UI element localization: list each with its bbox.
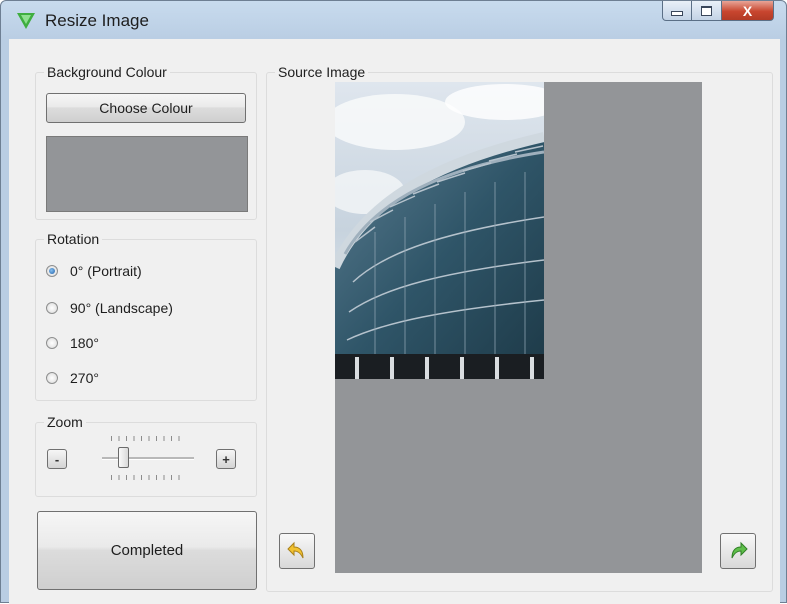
maximize-icon (701, 5, 712, 16)
rotate-left-arrow-icon (287, 541, 304, 559)
rotation-option-90[interactable]: 90° (Landscape) (46, 300, 173, 316)
window-controls: X (662, 1, 774, 21)
zoom-in-button[interactable]: + (216, 449, 236, 469)
rotation-group: Rotation 0° (Portrait) 90° (Landscape) 1… (35, 231, 257, 401)
zoom-ticks-top (111, 436, 186, 441)
completed-button[interactable]: Completed (37, 511, 257, 590)
maximize-button[interactable] (692, 1, 722, 21)
background-colour-label: Background Colour (44, 64, 170, 80)
choose-colour-button[interactable]: Choose Colour (46, 93, 246, 123)
stadium-arch-photo (335, 82, 544, 379)
zoom-slider-thumb[interactable] (118, 447, 130, 468)
rotation-option-180[interactable]: 180° (46, 335, 99, 351)
radio-icon (46, 372, 58, 384)
close-icon: X (742, 2, 753, 19)
rotation-option-label: 0° (Portrait) (70, 263, 142, 279)
rotation-option-label: 180° (70, 335, 99, 351)
window-title: Resize Image (45, 11, 149, 30)
close-button[interactable]: X (722, 1, 774, 21)
radio-icon (46, 302, 58, 314)
rotation-option-label: 90° (Landscape) (70, 300, 173, 316)
resize-image-window: Resize Image X Background Colour Choose … (0, 0, 787, 604)
minimize-icon (671, 11, 683, 16)
rotation-label: Rotation (44, 231, 103, 247)
source-image-label: Source Image (275, 64, 369, 80)
zoom-out-button[interactable]: - (47, 449, 67, 469)
title-bar[interactable]: Resize Image X (1, 1, 786, 39)
background-colour-group: Background Colour Choose Colour (35, 64, 257, 220)
colour-swatch (46, 136, 248, 212)
rotate-right-button[interactable] (720, 533, 756, 569)
minimize-button[interactable] (662, 1, 692, 21)
zoom-ticks-bottom (111, 475, 186, 480)
zoom-label: Zoom (44, 414, 86, 430)
rotation-option-label: 270° (70, 370, 99, 386)
source-image-group: Source Image (266, 64, 773, 592)
dialog-client-area: Background Colour Choose Colour Rotation… (9, 39, 780, 604)
image-canvas[interactable] (335, 82, 702, 573)
radio-selected-icon (46, 265, 58, 277)
app-triangle-icon (17, 13, 35, 29)
radio-icon (46, 337, 58, 349)
rotate-right-arrow-icon (731, 541, 748, 559)
rotation-option-270[interactable]: 270° (46, 370, 99, 386)
zoom-group: Zoom - + (35, 414, 257, 497)
zoom-slider-track[interactable] (102, 457, 194, 460)
rotation-option-0[interactable]: 0° (Portrait) (46, 263, 142, 279)
rotate-left-button[interactable] (279, 533, 315, 569)
